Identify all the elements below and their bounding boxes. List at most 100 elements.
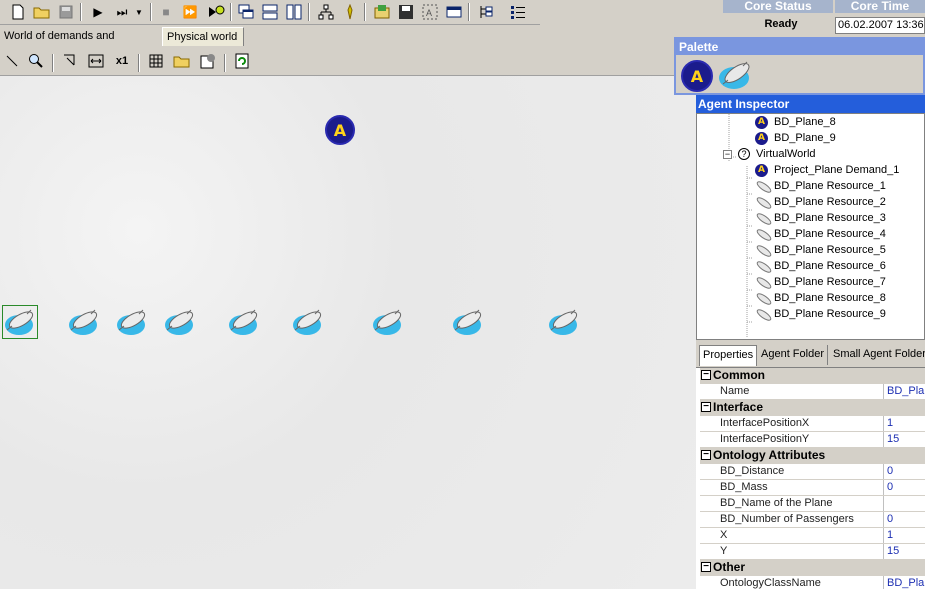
resource-plane-icon[interactable] xyxy=(115,306,149,338)
property-category[interactable]: − Interface xyxy=(700,400,925,416)
property-row[interactable]: Name BD_Pla xyxy=(700,384,925,400)
tab-small-agent-folder[interactable]: Small Agent Folder xyxy=(830,345,925,365)
properties-icon[interactable] xyxy=(198,51,218,71)
wizard-icon[interactable] xyxy=(340,2,360,22)
resource-plane-icon[interactable] xyxy=(2,305,38,339)
tree-item[interactable]: A BD_Plane_8 xyxy=(755,114,836,130)
property-value[interactable]: 0 xyxy=(884,464,925,479)
resource-plane-icon[interactable] xyxy=(371,306,405,338)
plane-icon xyxy=(755,292,772,305)
tile-vertical-icon[interactable] xyxy=(284,2,304,22)
fit-selection-icon[interactable] xyxy=(60,51,80,71)
tab-agent-folder[interactable]: Agent Folder xyxy=(758,345,828,365)
save-icon[interactable] xyxy=(56,2,76,22)
save-project-icon[interactable] xyxy=(396,2,416,22)
property-value[interactable]: BD_Pla xyxy=(884,384,925,399)
resource-plane-icon[interactable] xyxy=(227,306,261,338)
tree-view-icon[interactable] xyxy=(476,2,496,22)
property-row[interactable]: BD_Distance 0 xyxy=(700,464,925,480)
tree-item[interactable]: BD_Plane Resource_1 xyxy=(755,178,886,194)
tab-physical-world[interactable]: Physical world xyxy=(162,27,244,46)
property-row[interactable]: X1 xyxy=(700,528,925,544)
tile-horizontal-icon[interactable] xyxy=(260,2,280,22)
collapse-icon[interactable]: − xyxy=(723,149,732,159)
property-name: X xyxy=(700,528,884,543)
dropdown-arrow-icon[interactable]: ▼ xyxy=(132,2,146,22)
editor-toolbar: x1 xyxy=(0,46,674,76)
property-value[interactable]: BD_Pla xyxy=(884,576,925,589)
palette-plane-icon[interactable] xyxy=(718,58,754,97)
resource-plane-icon[interactable] xyxy=(547,306,581,338)
collapse-icon[interactable]: − xyxy=(701,450,711,460)
open-folder-icon[interactable] xyxy=(32,2,52,22)
zoom-actual-size-button[interactable]: x1 xyxy=(112,51,132,71)
fit-width-icon[interactable] xyxy=(86,51,106,71)
resource-plane-icon[interactable] xyxy=(67,306,101,338)
property-value[interactable]: 1 xyxy=(884,416,925,431)
property-category[interactable]: − Common xyxy=(700,368,925,384)
tree-item[interactable]: A Project_Plane Demand_1 xyxy=(755,162,899,178)
plane-icon xyxy=(755,260,772,273)
tree-item[interactable]: BD_Plane Resource_4 xyxy=(755,226,886,242)
hierarchy-icon[interactable] xyxy=(316,2,336,22)
tab-properties[interactable]: Properties xyxy=(699,345,758,366)
resource-plane-icon[interactable] xyxy=(451,306,485,338)
category-label: Common xyxy=(713,368,765,382)
resource-plane-icon[interactable] xyxy=(163,306,197,338)
refresh-icon[interactable] xyxy=(232,51,252,71)
property-name: BD_Number of Passengers xyxy=(700,512,884,527)
resource-plane-icon[interactable] xyxy=(291,306,325,338)
step-forward-icon[interactable]: ⏭ xyxy=(112,2,132,22)
property-value[interactable]: 15 xyxy=(884,544,925,559)
tree-item[interactable]: BD_Plane Resource_8 xyxy=(755,290,886,306)
property-row[interactable]: OntologyClassName BD_Pla xyxy=(700,576,925,589)
line-tool-icon[interactable] xyxy=(2,51,22,71)
property-value[interactable]: 1 xyxy=(884,528,925,543)
tree-item[interactable]: BD_Plane Resource_7 xyxy=(755,274,886,290)
collapse-icon[interactable]: − xyxy=(701,402,711,412)
new-file-icon[interactable] xyxy=(8,2,28,22)
tree-item[interactable]: BD_Plane Resource_3 xyxy=(755,210,886,226)
list-view-icon[interactable] xyxy=(508,2,528,22)
property-row[interactable]: BD_Mass 0 xyxy=(700,480,925,496)
tree-item[interactable]: BD_Plane Resource_2 xyxy=(755,194,886,210)
property-category[interactable]: − Ontology Attributes xyxy=(700,448,925,464)
collapse-icon[interactable]: − xyxy=(701,562,711,572)
tree-item[interactable]: −? VirtualWorld xyxy=(723,146,816,162)
property-category[interactable]: − Other xyxy=(700,560,925,576)
property-row[interactable]: BD_Number of Passengers 0 xyxy=(700,512,925,528)
grid-select-icon[interactable]: A xyxy=(420,2,440,22)
property-value[interactable]: 0 xyxy=(884,512,925,527)
physical-world-canvas[interactable]: A xyxy=(0,76,696,589)
palette-agent-icon[interactable]: A xyxy=(681,60,713,92)
category-label: Other xyxy=(713,560,746,574)
grid-icon[interactable] xyxy=(146,51,166,71)
zoom-icon[interactable] xyxy=(26,51,46,71)
inspector-tabs: Properties Agent Folder Small Agent Fold… xyxy=(696,343,925,366)
tab-world-of-demands[interactable]: World of demands and resources xyxy=(0,27,162,60)
property-value[interactable]: 0 xyxy=(884,480,925,495)
cascade-windows-icon[interactable] xyxy=(236,2,256,22)
run-to-icon[interactable] xyxy=(206,2,226,22)
tree-item[interactable]: BD_Plane Resource_9 xyxy=(755,306,886,322)
tree-item[interactable]: BD_Plane Resource_5 xyxy=(755,242,886,258)
agent-icon: A xyxy=(755,115,768,129)
open-image-icon[interactable] xyxy=(172,51,192,71)
collapse-icon[interactable]: − xyxy=(701,370,711,380)
property-row[interactable]: BD_Name of the Plane xyxy=(700,496,925,512)
window-icon[interactable] xyxy=(444,2,464,22)
demand-agent-icon[interactable]: A xyxy=(325,115,355,145)
open-project-icon[interactable] xyxy=(372,2,392,22)
play-icon[interactable]: ▶ xyxy=(88,2,108,22)
property-name: Name xyxy=(700,384,884,399)
property-row[interactable]: InterfacePositionY 15 xyxy=(700,432,925,448)
fast-forward-icon[interactable]: ⏩ xyxy=(180,2,200,22)
agent-tree[interactable]: A BD_Plane_8 A BD_Plane_9 −? VirtualWorld A Pro… xyxy=(696,113,925,340)
property-row[interactable]: InterfacePositionX 1 xyxy=(700,416,925,432)
stop-icon[interactable]: ■ xyxy=(156,2,176,22)
property-row[interactable]: Y 15 xyxy=(700,544,925,560)
tree-item[interactable]: BD_Plane Resource_6 xyxy=(755,258,886,274)
property-value[interactable]: 15 xyxy=(884,432,925,447)
property-value[interactable] xyxy=(884,496,925,511)
tree-item[interactable]: A BD_Plane_9 xyxy=(755,130,836,146)
